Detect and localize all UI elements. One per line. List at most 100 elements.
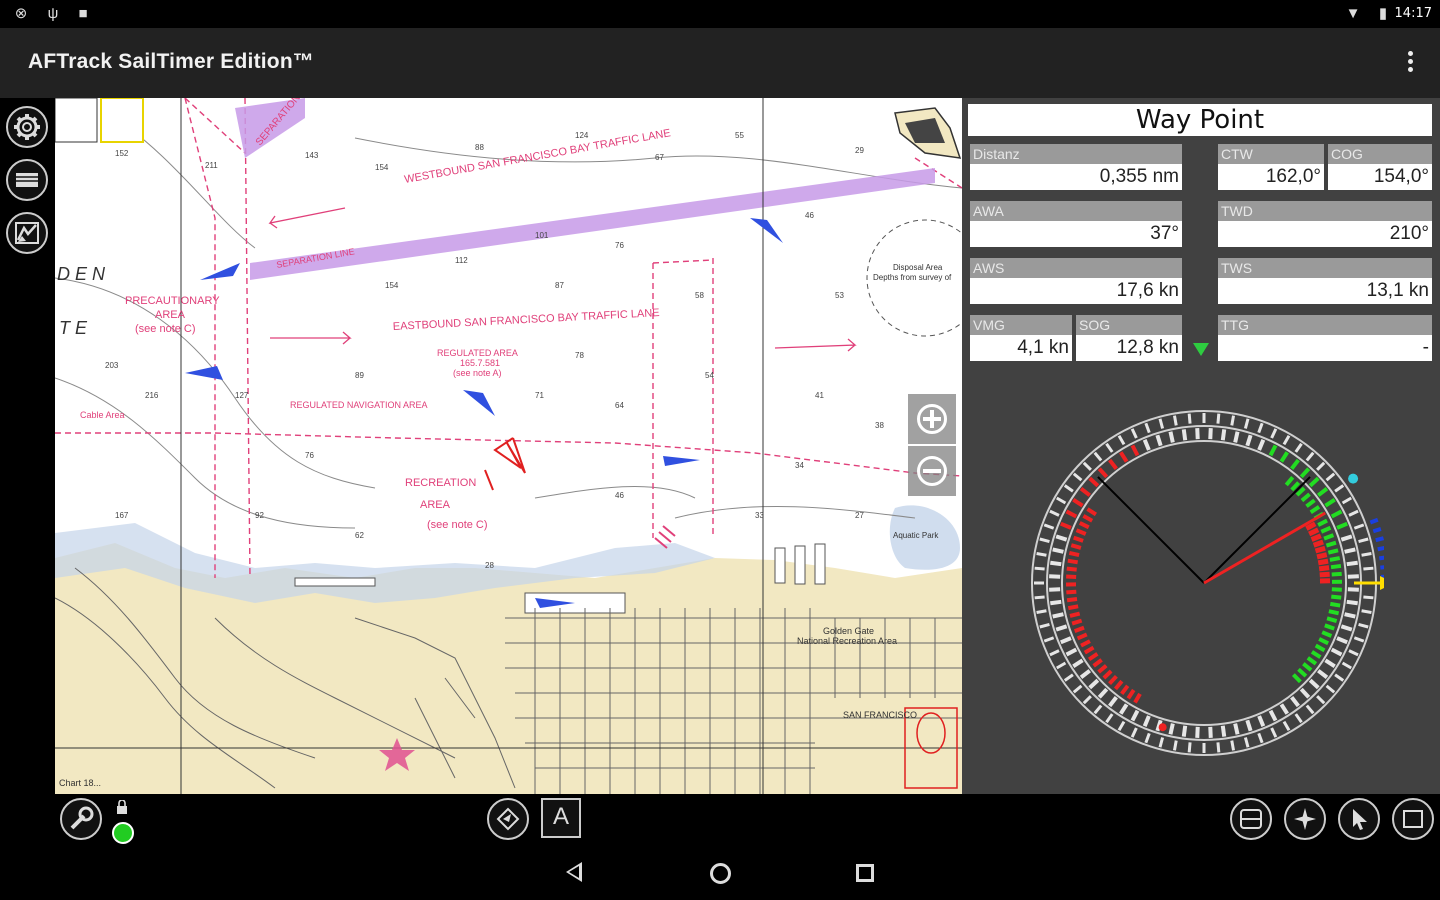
gauge-starboard-arc: [1323, 533, 1335, 541]
navigation-bar: [0, 844, 1440, 900]
gauge-outer-tick: [1353, 636, 1365, 643]
lock-icon[interactable]: [116, 800, 128, 814]
gauge-port-arc: [1092, 658, 1103, 668]
field-twd: TWD 210°: [1218, 201, 1432, 247]
gauge-outer-tick: [1056, 496, 1067, 505]
gauge-inner-tick: [1181, 429, 1188, 441]
gauge-port-arc: [1086, 507, 1097, 517]
bottom-toolbar: A: [0, 794, 1440, 844]
chart-label-precautionary-note: (see note C): [135, 323, 196, 335]
cursor-icon[interactable]: [1338, 798, 1380, 840]
home-icon[interactable]: [710, 863, 731, 884]
gauge-red-segment: [1319, 571, 1330, 578]
chart-label-regulated-nav: REGULATED NAVIGATION AREA: [290, 400, 428, 410]
action-bar: AFTrack SailTimer Edition™: [0, 28, 1440, 98]
gauge-needle-black-2: [1097, 476, 1205, 584]
gauge-inner-tick: [1181, 725, 1188, 737]
gauge-inner-tick: [1079, 669, 1091, 679]
chart-label-cable-area: Cable Area: [80, 410, 125, 420]
layers-icon[interactable]: [6, 159, 48, 201]
gauge-inner-tick: [1233, 431, 1240, 443]
field-tws-value: 13,1 kn: [1218, 278, 1432, 304]
gauge-starboard-arc: [1321, 630, 1333, 638]
gauge-port-arc: [1073, 625, 1085, 633]
gauge-inner-tick: [1299, 687, 1311, 699]
gauge-inner-tick: [1130, 444, 1140, 457]
svg-text:211: 211: [205, 161, 218, 170]
field-ttg-label: TTG: [1218, 315, 1432, 335]
svg-text:127: 127: [235, 391, 249, 400]
gauge-outer-tick: [1130, 727, 1138, 738]
gauge-outer-tick: [1358, 622, 1369, 629]
field-aws-value: 17,6 kn: [970, 278, 1182, 304]
field-aws-label: AWS: [970, 258, 1182, 278]
svg-text:55: 55: [735, 131, 744, 140]
gauge-inner-tick: [1344, 612, 1356, 619]
gauge-red-segment: [1318, 565, 1330, 572]
gauge-inner-tick: [1245, 434, 1253, 447]
compass-rose-icon[interactable]: [1284, 798, 1326, 840]
gauge-inner-tick: [1119, 703, 1129, 715]
waypoint-title: Way Point: [968, 104, 1432, 136]
gauge-starboard-arc: [1327, 548, 1339, 555]
gauge-red-segment: [1308, 527, 1320, 537]
gauge-inner-tick: [1168, 431, 1175, 443]
overflow-menu-icon[interactable]: [1398, 48, 1422, 78]
chart-label-recreation: RECREATION: [405, 477, 476, 489]
text-annotation-icon[interactable]: A: [541, 798, 581, 838]
gauge-inner-tick: [1220, 429, 1227, 441]
svg-text:87: 87: [555, 281, 564, 290]
route-icon[interactable]: [487, 798, 529, 840]
chart-map-icon[interactable]: [6, 212, 48, 254]
gauge-inner-tick: [1290, 458, 1300, 470]
gauge-port-arc: [1066, 589, 1077, 595]
gauge-outer-tick: [1093, 704, 1103, 715]
gauge-port-arc: [1067, 558, 1079, 565]
gauge-blue-segment: [1380, 565, 1384, 570]
gauge-red-segment: [1312, 539, 1324, 548]
zoom-out-button[interactable]: [908, 446, 956, 496]
gauge-port-arc: [1066, 566, 1077, 572]
gauge-outer-tick: [1043, 636, 1055, 643]
usb-icon: ψ: [47, 5, 59, 22]
chart-label-regulated-note: (see note A): [453, 368, 502, 378]
gauge-outer-tick: [1363, 595, 1374, 600]
back-icon[interactable]: [566, 862, 582, 882]
gauge-outer-tick: [1230, 740, 1235, 751]
gauge-outer-tick: [1072, 684, 1083, 694]
gauge-blue-segment: [1377, 545, 1384, 552]
tools-icon[interactable]: [60, 798, 102, 840]
gauge-outer-tick: [1348, 649, 1359, 657]
chart-label-recreation-note: (see note C): [427, 519, 488, 531]
gauge-port-arc: [1078, 521, 1090, 530]
gauge-outer-tick: [1305, 451, 1315, 462]
nautical-chart[interactable]: WESTBOUND SAN FRANCISCO BAY TRAFFIC LANE…: [55, 98, 962, 794]
svg-text:154: 154: [375, 163, 389, 172]
gauge-outer-tick: [1341, 496, 1352, 505]
field-tws: TWS 13,1 kn: [1218, 258, 1432, 304]
fullscreen-icon[interactable]: [1392, 798, 1434, 840]
gauge-inner-tick: [1072, 498, 1084, 508]
zoom-in-button[interactable]: [908, 394, 956, 444]
gauge-outer-tick: [1334, 484, 1345, 493]
gauge-port-arc: [1080, 639, 1091, 648]
chart-label-precautionary: PRECAUTIONARY: [125, 295, 220, 307]
recent-apps-icon[interactable]: [856, 864, 874, 882]
gauge-starboard-arc: [1305, 498, 1316, 508]
svg-text:46: 46: [805, 211, 814, 220]
gps-status-icon: [112, 822, 134, 844]
gauge-blue-segment: [1375, 536, 1384, 543]
gauge-outer-tick: [1305, 704, 1315, 715]
gauge-outer-tick: [1282, 435, 1291, 446]
display-layout-icon[interactable]: [1230, 798, 1272, 840]
field-distanz-value: 0,355 nm: [970, 164, 1182, 190]
gauge-starboard-arc: [1291, 673, 1302, 684]
chart-label-den: D E N: [57, 264, 106, 284]
settings-gear-icon[interactable]: [6, 106, 48, 148]
vmg-trend-arrow-icon: [1193, 343, 1209, 356]
gauge-starboard-arc: [1326, 616, 1338, 623]
gauge-outer-tick: [1039, 622, 1050, 629]
field-ttg-value: -: [1218, 335, 1432, 361]
gauge-red-segment: [1317, 558, 1329, 566]
svg-text:71: 71: [535, 391, 544, 400]
